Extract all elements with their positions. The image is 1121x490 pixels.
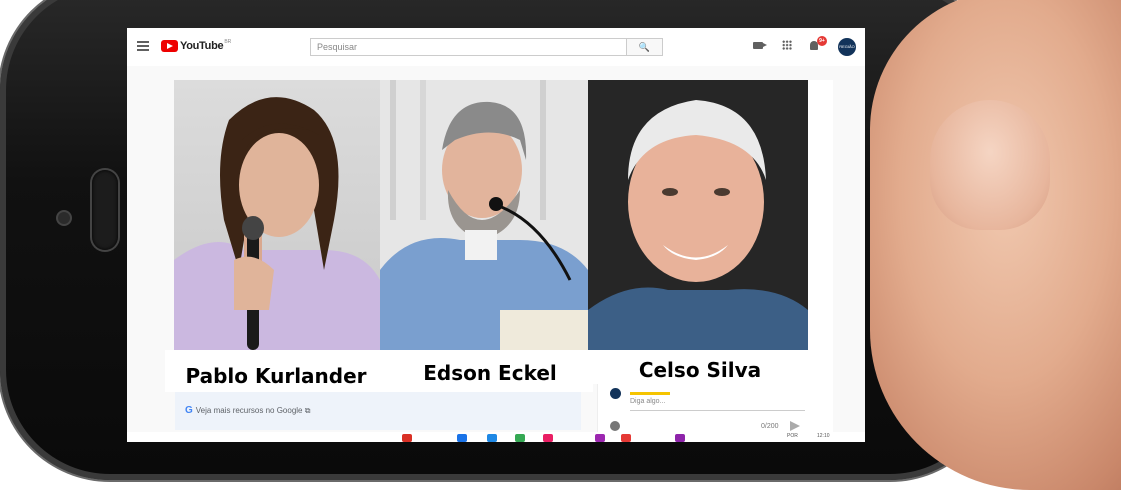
taskbar-app-icon[interactable] <box>487 434 497 442</box>
youtube-topbar: YouTube BR Pesquisar 🔍 9+ REGIÃO <box>127 28 865 66</box>
taskbar-app-icon[interactable] <box>402 434 412 442</box>
speaker-photo-3-illustration <box>588 80 808 350</box>
google-g-icon: G <box>185 405 193 416</box>
thumb <box>870 0 1121 490</box>
speaker-photo-1-illustration <box>174 97 380 350</box>
speaker-name-2: Edson Eckel <box>387 350 593 392</box>
phone-camera <box>58 212 70 224</box>
speaker-name-1: Pablo Kurlander <box>165 350 387 392</box>
chat-username-highlight <box>630 392 670 395</box>
search-icon: 🔍 <box>638 42 651 52</box>
taskbar-app-icon[interactable] <box>543 434 553 442</box>
taskbar-app-icon[interactable] <box>675 434 685 442</box>
emoji-icon[interactable] <box>610 421 620 431</box>
speaker-photo-1 <box>174 80 380 350</box>
create-video-icon[interactable] <box>753 42 767 49</box>
apps-grid-icon[interactable] <box>782 40 792 50</box>
taskbar-app-icon[interactable] <box>621 434 631 442</box>
search-input[interactable]: Pesquisar <box>310 38 627 56</box>
taskbar-app-icon[interactable] <box>595 434 605 442</box>
send-icon[interactable] <box>790 421 800 431</box>
speaker-photo-2 <box>380 80 588 350</box>
chat-input[interactable]: Diga algo... <box>630 398 805 411</box>
speaker-name-3: Celso Silva <box>593 350 807 384</box>
taskbar-app-icon[interactable] <box>457 434 467 442</box>
youtube-logo-text: YouTube <box>180 40 224 52</box>
youtube-logo[interactable]: YouTube BR <box>161 39 232 52</box>
chat-char-count: 0/200 <box>761 423 779 430</box>
menu-icon[interactable] <box>137 41 149 51</box>
search-button[interactable]: 🔍 <box>627 38 663 56</box>
taskbar-app-icon[interactable] <box>515 434 525 442</box>
taskbar-clock: 12:10 <box>817 433 830 439</box>
speaker-photo-2-illustration <box>380 80 588 350</box>
taskbar-language: POR <box>787 433 798 439</box>
speaker-photo-3 <box>588 80 808 350</box>
google-more-link[interactable]: G Veja mais recursos no Google ⧉ <box>185 405 310 416</box>
phone-screen: YouTube BR Pesquisar 🔍 9+ REGIÃO G Veja m… <box>127 28 865 442</box>
notification-badge: 9+ <box>817 36 827 46</box>
avatar[interactable]: REGIÃO <box>838 38 856 56</box>
thumb-nail <box>930 100 1050 230</box>
youtube-country-code: BR <box>224 39 232 45</box>
youtube-play-icon <box>161 40 178 52</box>
chat-avatar <box>610 388 621 399</box>
phone-speaker <box>92 170 118 250</box>
